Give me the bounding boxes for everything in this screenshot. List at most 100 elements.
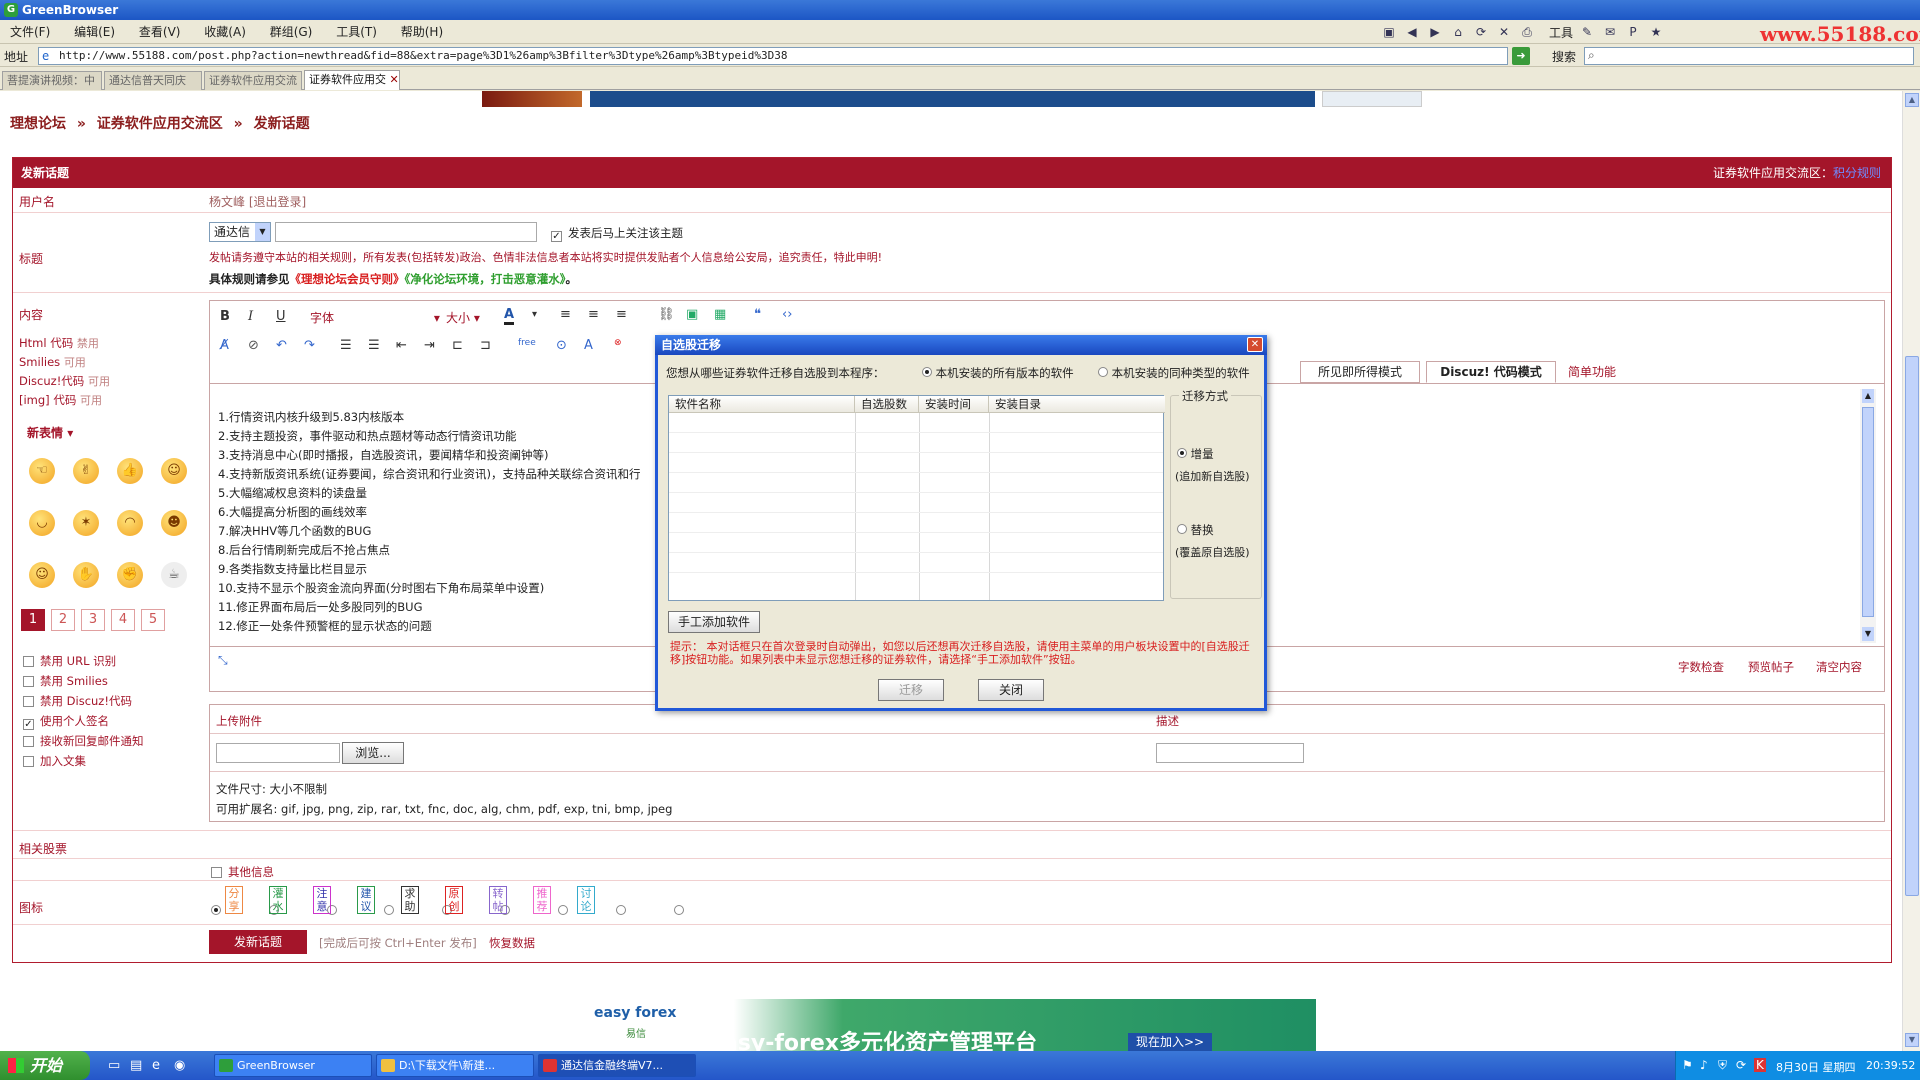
- ip-icon[interactable]: P: [1624, 23, 1642, 41]
- font-select[interactable]: 字体 ▾: [310, 309, 440, 326]
- tray-k-icon[interactable]: K: [1754, 1058, 1766, 1072]
- smiley-sleepy-icon[interactable]: ◡: [29, 510, 55, 536]
- tray-security-icon[interactable]: ⛨: [1718, 1058, 1727, 1073]
- radio-all-versions[interactable]: 本机安装的所有版本的软件: [922, 365, 1074, 381]
- size-select[interactable]: 大小 ▾: [446, 309, 480, 326]
- icon-radio[interactable]: [557, 905, 568, 915]
- easy-forex-ad[interactable]: easy forex 易信 easy-forex多元化资产管理平台 现在加入>>: [588, 999, 1316, 1051]
- image-icon[interactable]: ▣: [686, 307, 698, 322]
- radio-button[interactable]: [922, 367, 932, 377]
- option-add-collection[interactable]: 加入文集: [23, 753, 86, 769]
- menu-favorites[interactable]: 收藏(A): [194, 20, 256, 44]
- menu-view[interactable]: 查看(V): [129, 20, 191, 44]
- print-icon[interactable]: ⎙: [1518, 23, 1536, 41]
- smiley-handshake-icon[interactable]: ✊: [117, 562, 143, 588]
- new-emoticons-menu[interactable]: 新表情 ▾: [27, 424, 73, 441]
- follow-topic-option[interactable]: ✓ 发表后马上关注该主题: [551, 225, 683, 242]
- menu-group[interactable]: 群组(G): [260, 20, 323, 44]
- task-tdx[interactable]: 通达信金融终端V7...: [538, 1054, 696, 1077]
- smiley-page-5[interactable]: 5: [141, 609, 165, 631]
- redo-icon[interactable]: ↷: [304, 338, 315, 353]
- mode-discuz-tab[interactable]: Discuz! 代码模式: [1426, 361, 1556, 383]
- option-checkbox[interactable]: [23, 656, 34, 667]
- menu-file[interactable]: 文件(F): [0, 20, 60, 44]
- align-left-icon[interactable]: ≡: [560, 307, 571, 322]
- search-input[interactable]: ⌕: [1584, 47, 1914, 65]
- page-scroll-thumb[interactable]: [1905, 356, 1919, 896]
- file-path-input[interactable]: [216, 743, 340, 763]
- go-button[interactable]: ➜: [1512, 47, 1530, 65]
- other-info-checkbox[interactable]: [211, 867, 222, 878]
- smiley-coffee-icon[interactable]: ☕: [161, 562, 187, 588]
- smiley-laugh-icon[interactable]: ◠: [117, 510, 143, 536]
- member-rules-link[interactable]: 《理想论坛会员守则》: [290, 272, 405, 286]
- tab-active[interactable]: 证券软件应用交 ✕: [304, 70, 400, 90]
- tray-clock[interactable]: 20:39:52: [1866, 1059, 1915, 1072]
- icon-share[interactable]: 分享: [225, 886, 243, 914]
- address-input[interactable]: e http://www.55188.com/post.php?action=n…: [38, 47, 1508, 65]
- close-icon[interactable]: ✕: [1247, 337, 1263, 352]
- column-header-count[interactable]: 自选股数: [855, 396, 919, 413]
- column-header-name[interactable]: 软件名称: [669, 396, 855, 413]
- icon-attention[interactable]: 注意: [313, 886, 331, 914]
- flash-icon[interactable]: ⊙: [556, 338, 567, 353]
- scroll-up-arrow[interactable]: ▲: [1905, 93, 1919, 107]
- quote-icon[interactable]: ❝: [754, 307, 761, 322]
- icon-recommend[interactable]: 推荐: [533, 886, 551, 914]
- mail-icon[interactable]: ✉: [1601, 23, 1619, 41]
- hide-content-icon[interactable]: ⊗: [614, 338, 622, 348]
- remove-format-icon[interactable]: A̸: [220, 338, 229, 353]
- tab-1[interactable]: 菩提演讲视频：中: [2, 71, 102, 90]
- unlink-icon[interactable]: ⊘: [248, 338, 259, 353]
- column-header-install-time[interactable]: 安装时间: [919, 396, 989, 413]
- save-icon[interactable]: ▣: [1380, 23, 1398, 41]
- icon-water[interactable]: 灌水: [269, 886, 287, 914]
- option-checkbox[interactable]: [23, 736, 34, 747]
- tab-3[interactable]: 证券软件应用交流: [204, 71, 302, 90]
- tray-network-icon[interactable]: ⚑: [1682, 1058, 1693, 1072]
- icon-help[interactable]: 求助: [401, 886, 419, 914]
- ie-icon[interactable]: e: [152, 1058, 160, 1073]
- ad-join-button[interactable]: 现在加入>>: [1128, 1033, 1213, 1051]
- undo-icon[interactable]: ↶: [276, 338, 287, 353]
- mode-wysiwyg-tab[interactable]: 所见即所得模式: [1300, 361, 1420, 383]
- credit-rules-link[interactable]: 积分规则: [1833, 166, 1881, 180]
- italic-icon[interactable]: I: [248, 309, 253, 324]
- option-disable-discuz[interactable]: 禁用 Discuz!代码: [23, 693, 132, 709]
- option-disable-url[interactable]: 禁用 URL 识别: [23, 653, 116, 669]
- menu-edit[interactable]: 编辑(E): [64, 20, 125, 44]
- username-value[interactable]: 杨文峰 [退出登录]: [209, 193, 306, 210]
- task-greenbrowser[interactable]: GreenBrowser: [214, 1054, 372, 1077]
- text-color-icon[interactable]: A: [504, 307, 515, 325]
- option-use-signature[interactable]: ✓ 使用个人签名: [23, 713, 109, 730]
- smiley-dizzy-icon[interactable]: ✶: [73, 510, 99, 536]
- resize-editor-icon[interactable]: ⤡: [218, 653, 228, 668]
- tools-label[interactable]: 工具: [1549, 24, 1573, 41]
- mode-increment[interactable]: 增量: [1177, 446, 1214, 462]
- media-icon[interactable]: ▦: [714, 307, 726, 322]
- tray-update-icon[interactable]: ⟳: [1736, 1058, 1746, 1072]
- radio-button[interactable]: [1177, 448, 1187, 458]
- option-checkbox[interactable]: [23, 756, 34, 767]
- description-input[interactable]: [1156, 743, 1304, 763]
- indent-icon[interactable]: ⇥: [424, 338, 435, 353]
- align-center-icon[interactable]: ≡: [588, 307, 599, 322]
- float-right-icon[interactable]: ⊐: [480, 338, 491, 353]
- restore-data-link[interactable]: 恢复数据: [489, 935, 535, 951]
- mode-replace[interactable]: 替换: [1177, 522, 1214, 538]
- task-folder[interactable]: D:\下载文件\新建...: [376, 1054, 534, 1077]
- smiley-page-3[interactable]: 3: [81, 609, 105, 631]
- icon-suggestion[interactable]: 建议: [357, 886, 375, 914]
- browse-button[interactable]: 浏览...: [342, 742, 404, 764]
- flash-icon[interactable]: ★: [1647, 23, 1665, 41]
- browser-quick-icon[interactable]: ◉: [174, 1058, 185, 1073]
- chevron-down-icon[interactable]: ▼: [255, 223, 270, 241]
- smiley-point-icon[interactable]: ☜: [29, 458, 55, 484]
- radio-button[interactable]: [1177, 524, 1187, 534]
- underline-icon[interactable]: U: [276, 309, 286, 324]
- menu-tools[interactable]: 工具(T): [326, 20, 387, 44]
- page-scrollbar[interactable]: ▲ ▼: [1902, 91, 1920, 1051]
- refresh-icon[interactable]: ⟳: [1472, 23, 1490, 41]
- icon-repost[interactable]: 转帖: [489, 886, 507, 914]
- migrate-button[interactable]: 迁移: [878, 679, 944, 701]
